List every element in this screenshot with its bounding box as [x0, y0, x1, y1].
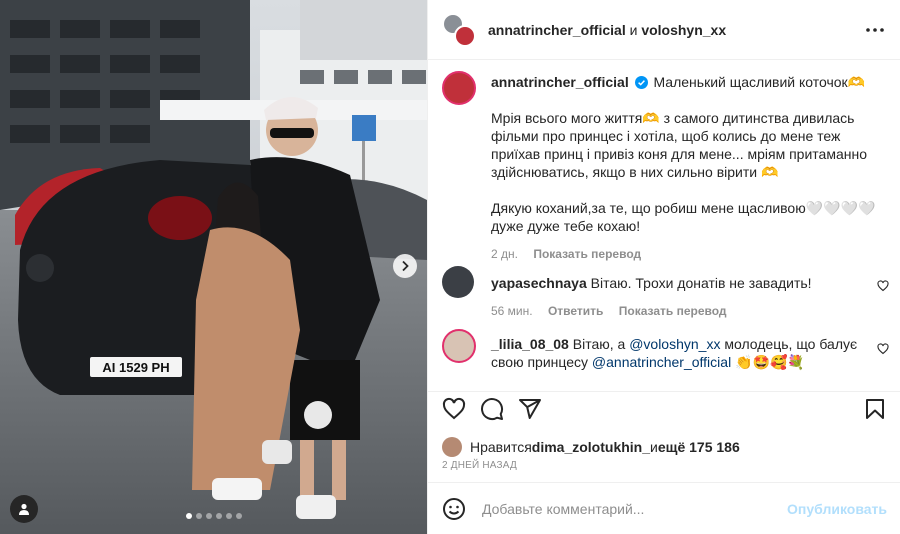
avatar[interactable]	[442, 437, 462, 457]
comment-like-heart-icon[interactable]	[877, 280, 889, 292]
comment-username[interactable]: _lilia_08_08	[491, 336, 569, 352]
avatar[interactable]	[442, 329, 476, 363]
reply-link[interactable]: Ответить	[548, 304, 603, 318]
instagram-post: AI 1529 PH annatrincher_official и volos…	[0, 0, 900, 534]
mention-link[interactable]: @annatrincher_official	[592, 354, 731, 370]
carousel-dot	[215, 513, 222, 519]
carousel-dots	[0, 513, 427, 519]
share-icon[interactable]	[518, 397, 542, 421]
comment-meta: 56 мин. Ответить Показать перевод	[491, 302, 887, 320]
caption-meta: 2 дн. Показать перевод	[491, 245, 887, 263]
caption-translate-link[interactable]: Показать перевод	[533, 247, 641, 261]
header-username-1[interactable]: annatrincher_official	[488, 22, 626, 38]
header-usernames: annatrincher_official и voloshyn_xx	[488, 22, 726, 38]
carousel-dot	[205, 513, 212, 519]
carousel-dot	[195, 513, 202, 519]
heart-icon[interactable]	[442, 397, 466, 421]
add-comment-bar: Опубликовать	[428, 482, 900, 534]
likes-prefix: Нравится	[470, 439, 532, 455]
comment-input[interactable]	[482, 500, 782, 517]
post-date[interactable]: 2 ДНЕЙ НАЗАД	[442, 460, 517, 471]
tagged-users-button[interactable]	[10, 495, 38, 523]
comments-section[interactable]: annatrincher_official Маленький щасливий…	[428, 61, 900, 391]
avatar[interactable]	[442, 71, 476, 105]
avatar[interactable]	[442, 266, 474, 298]
carousel-dot	[225, 513, 232, 519]
verified-badge-icon	[634, 76, 648, 89]
carousel-dot	[185, 513, 192, 519]
emoji-icon[interactable]	[442, 497, 466, 521]
likes-summary: Нравится dima_zolotukhin_ и ещё 175 186	[442, 437, 740, 457]
comment-text: Вітаю. Трохи донатів не завадить!	[590, 275, 812, 291]
translate-link[interactable]: Показать перевод	[619, 304, 727, 318]
header-username-2[interactable]: voloshyn_xx	[641, 22, 726, 38]
publish-button[interactable]: Опубликовать	[787, 501, 887, 517]
post-header: annatrincher_official и voloshyn_xx	[428, 0, 900, 60]
next-photo-button[interactable]	[393, 254, 417, 278]
user-tag-icon	[19, 503, 29, 515]
caption-username[interactable]: annatrincher_official	[491, 74, 629, 90]
chevron-right-icon	[402, 260, 409, 272]
photo-scene: AI 1529 PH	[0, 0, 427, 534]
caption-body: annatrincher_official Маленький щасливий…	[491, 73, 887, 263]
post-side-panel: annatrincher_official и voloshyn_xx anna…	[427, 0, 900, 534]
comment-text-after: 👏🤩🥰💐	[731, 354, 805, 370]
comment-like-heart-icon[interactable]	[877, 343, 889, 355]
header-joiner: и	[625, 21, 642, 38]
comment-time[interactable]: 56 мин.	[491, 304, 533, 318]
likes-user[interactable]: dima_zolotukhin_	[532, 439, 650, 455]
comment-body: _lilia_08_08 Вітаю, а @voloshyn_xx молод…	[491, 335, 887, 371]
likes-middle: и	[650, 439, 658, 455]
comment-body: yapasechnaya Вітаю. Трохи донатів не зав…	[491, 274, 887, 320]
mention-link[interactable]: @voloshyn_xx	[629, 336, 720, 352]
comment-icon[interactable]	[480, 397, 504, 421]
carousel-dot	[235, 513, 242, 519]
caption-time[interactable]: 2 дн.	[491, 247, 518, 261]
caption-paragraph-2: Дякую коханий,за те, що робиш мене щасли…	[491, 200, 876, 234]
more-horizontal-icon[interactable]	[863, 20, 887, 40]
caption-paragraph-1: Мрія всього мого життя🫶 з самого дитинст…	[491, 110, 867, 180]
avatar[interactable]	[454, 24, 476, 47]
post-photo[interactable]: AI 1529 PH	[0, 0, 427, 534]
comment-username[interactable]: yapasechnaya	[491, 275, 587, 291]
bookmark-icon[interactable]	[863, 397, 887, 421]
comment-text-before: Вітаю, а	[572, 336, 630, 352]
caption-title: Маленький щасливий коточок🫶	[653, 74, 866, 90]
post-actions-bar	[428, 391, 900, 431]
collab-avatars[interactable]	[442, 12, 476, 47]
likes-count[interactable]: ещё 175 186	[658, 439, 740, 455]
license-plate-text: AI 1529 PH	[102, 360, 169, 375]
